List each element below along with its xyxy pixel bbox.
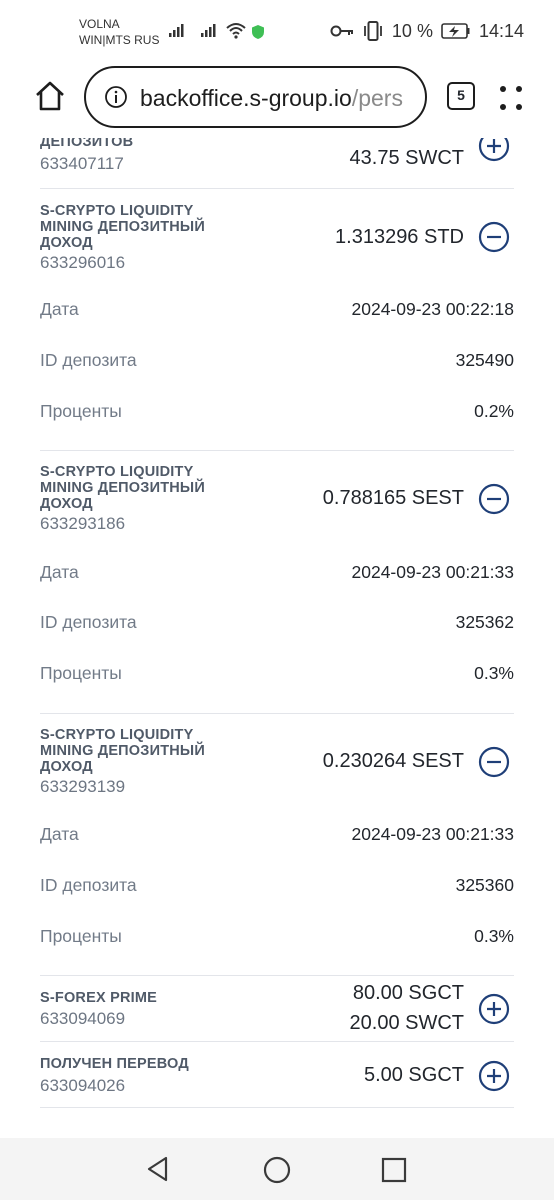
overflow-menu-icon[interactable] [500, 80, 528, 114]
wifi-icon [226, 23, 246, 39]
detail-label: Дата [40, 562, 79, 582]
carrier-info: VOLNA WIN|MTS RUS [79, 16, 159, 48]
browser-toolbar: backoffice.s-group.io/pers 5 [0, 62, 554, 138]
transactions-list: ДЕПОЗИТОВ 633407117 43.75 SWCT S-CRYPTO … [0, 138, 554, 1138]
detail-label: Дата [40, 824, 79, 844]
transaction-id: 633293139 [40, 777, 126, 796]
transaction-title: ДЕПОЗИТОВ [40, 138, 133, 150]
detail-label: ID депозита [40, 612, 137, 632]
url-text: backoffice.s-group.io/pers [140, 84, 403, 112]
detail-row-percent: Проценты 0.3% [40, 663, 514, 687]
transaction-title-line: S-CRYPTO LIQUIDITY [40, 203, 194, 219]
transaction-amount: 5.00 SGCT [363, 1064, 464, 1086]
vibrate-icon [364, 21, 382, 41]
home-circle-icon[interactable] [263, 1156, 291, 1184]
detail-row-deposit-id: ID депозита 325490 [40, 350, 514, 374]
detail-value: 0.2% [474, 401, 514, 421]
url-path: /pers [351, 85, 403, 111]
transaction-title-line: MINING ДЕПОЗИТНЫЙ [40, 743, 205, 759]
carrier-line-1: VOLNA [79, 17, 120, 31]
minus-circle-icon[interactable] [478, 746, 510, 778]
info-icon[interactable] [104, 85, 128, 109]
plus-circle-icon[interactable] [478, 993, 510, 1025]
detail-row-date: Дата 2024-09-23 00:21:33 [40, 824, 514, 848]
detail-label: Проценты [40, 401, 122, 421]
detail-value: 325362 [455, 612, 514, 632]
transaction-amount-line: 20.00 SWCT [349, 1012, 464, 1034]
transaction-title-line: ПОЛУЧЕН ПЕРЕВОД [40, 1056, 189, 1072]
transaction-title: S-CRYPTO LIQUIDITY MINING ДЕПОЗИТНЫЙ ДОХ… [40, 727, 205, 775]
detail-row-deposit-id: ID депозита 325360 [40, 875, 514, 899]
transaction-title-line: ДОХОД [40, 235, 93, 251]
transaction-amount-line: 80.00 SGCT [352, 982, 464, 1004]
detail-value: 0.3% [474, 926, 514, 946]
transaction-title-line: S-CRYPTO LIQUIDITY [40, 464, 194, 480]
transaction-title-line: S-CRYPTO LIQUIDITY [40, 727, 194, 743]
transaction-title: S-FOREX PRIME [40, 990, 157, 1006]
address-bar[interactable]: backoffice.s-group.io/pers [84, 66, 427, 128]
detail-label: ID депозита [40, 875, 137, 895]
detail-label: Проценты [40, 663, 122, 683]
transaction-title: S-CRYPTO LIQUIDITY MINING ДЕПОЗИТНЫЙ ДОХ… [40, 464, 205, 512]
recents-icon[interactable] [381, 1157, 407, 1183]
transaction-id: 633094026 [40, 1076, 126, 1095]
signal-strength-icon [169, 24, 184, 37]
clock: 14:14 [478, 20, 524, 41]
detail-value: 2024-09-23 00:21:33 [351, 824, 515, 844]
shield-icon [252, 25, 264, 39]
detail-row-date: Дата 2024-09-23 00:21:33 [40, 562, 514, 586]
transaction-amount: 80.00 SGCT 20.00 SWCT [350, 978, 464, 1038]
minus-circle-icon[interactable] [478, 221, 510, 253]
carrier-line-2: WIN|MTS RUS [79, 33, 160, 47]
detail-label: ID депозита [40, 350, 137, 370]
transaction-id: 633094069 [40, 1009, 126, 1028]
transaction-id: 633407117 [40, 154, 124, 173]
detail-value: 2024-09-23 00:21:33 [351, 562, 515, 582]
transaction-title-line: ДЕПОЗИТОВ [40, 138, 134, 150]
transaction-amount: 1.313296 STD [335, 226, 464, 248]
tab-switcher-button[interactable]: 5 [447, 82, 475, 110]
status-bar: VOLNA WIN|MTS RUS 10 % 14:14 [0, 0, 554, 62]
minus-circle-icon[interactable] [478, 483, 510, 515]
detail-label: Дата [40, 299, 79, 319]
plus-circle-icon[interactable] [478, 1060, 510, 1092]
detail-value: 325490 [455, 350, 514, 370]
back-icon[interactable] [145, 1156, 171, 1182]
transaction-id: 633293186 [40, 514, 126, 533]
transaction-id: 633296016 [40, 253, 126, 272]
transaction-title-line: ДОХОД [40, 759, 93, 775]
detail-row-percent: Проценты 0.2% [40, 401, 514, 425]
status-right: 10 % 14:14 [330, 20, 524, 42]
battery-percent: 10 % [391, 20, 433, 41]
key-icon [330, 25, 353, 37]
detail-label: Проценты [40, 926, 122, 946]
battery-icon [441, 23, 470, 39]
detail-row-deposit-id: ID депозита 325362 [40, 612, 514, 636]
transaction-row[interactable]: ДЕПОЗИТОВ 633407117 43.75 SWCT [40, 138, 514, 189]
transaction-title: S-CRYPTO LIQUIDITY MINING ДЕПОЗИТНЫЙ ДОХ… [40, 203, 205, 251]
transaction-amount: 0.230264 SEST [322, 750, 464, 772]
detail-value: 0.3% [474, 663, 514, 683]
plus-circle-icon[interactable] [478, 138, 510, 162]
transaction-title-line: ДОХОД [40, 496, 93, 512]
transaction-amount: 43.75 SWCT [349, 147, 464, 169]
signal-strength-icon-2 [201, 24, 216, 37]
transaction-row[interactable]: S-FOREX PRIME 633094069 80.00 SGCT 20.00… [40, 976, 514, 1042]
transaction-title-line: MINING ДЕПОЗИТНЫЙ [40, 219, 205, 235]
home-icon[interactable] [34, 80, 66, 112]
detail-value: 2024-09-23 00:22:18 [351, 299, 515, 319]
transaction-row[interactable]: ПОЛУЧЕН ПЕРЕВОД 633094026 5.00 SGCT [40, 1042, 514, 1108]
detail-row-percent: Проценты 0.3% [40, 926, 514, 950]
transaction-title-line: MINING ДЕПОЗИТНЫЙ [40, 480, 205, 496]
url-domain: backoffice.s-group.io [140, 85, 352, 111]
detail-row-date: Дата 2024-09-23 00:22:18 [40, 299, 514, 323]
detail-value: 325360 [455, 875, 514, 895]
transaction-title: ПОЛУЧЕН ПЕРЕВОД [40, 1056, 189, 1072]
transaction-title-line: S-FOREX PRIME [40, 990, 157, 1006]
transaction-amount: 0.788165 SEST [322, 487, 464, 509]
system-navigation-bar [0, 1138, 554, 1200]
